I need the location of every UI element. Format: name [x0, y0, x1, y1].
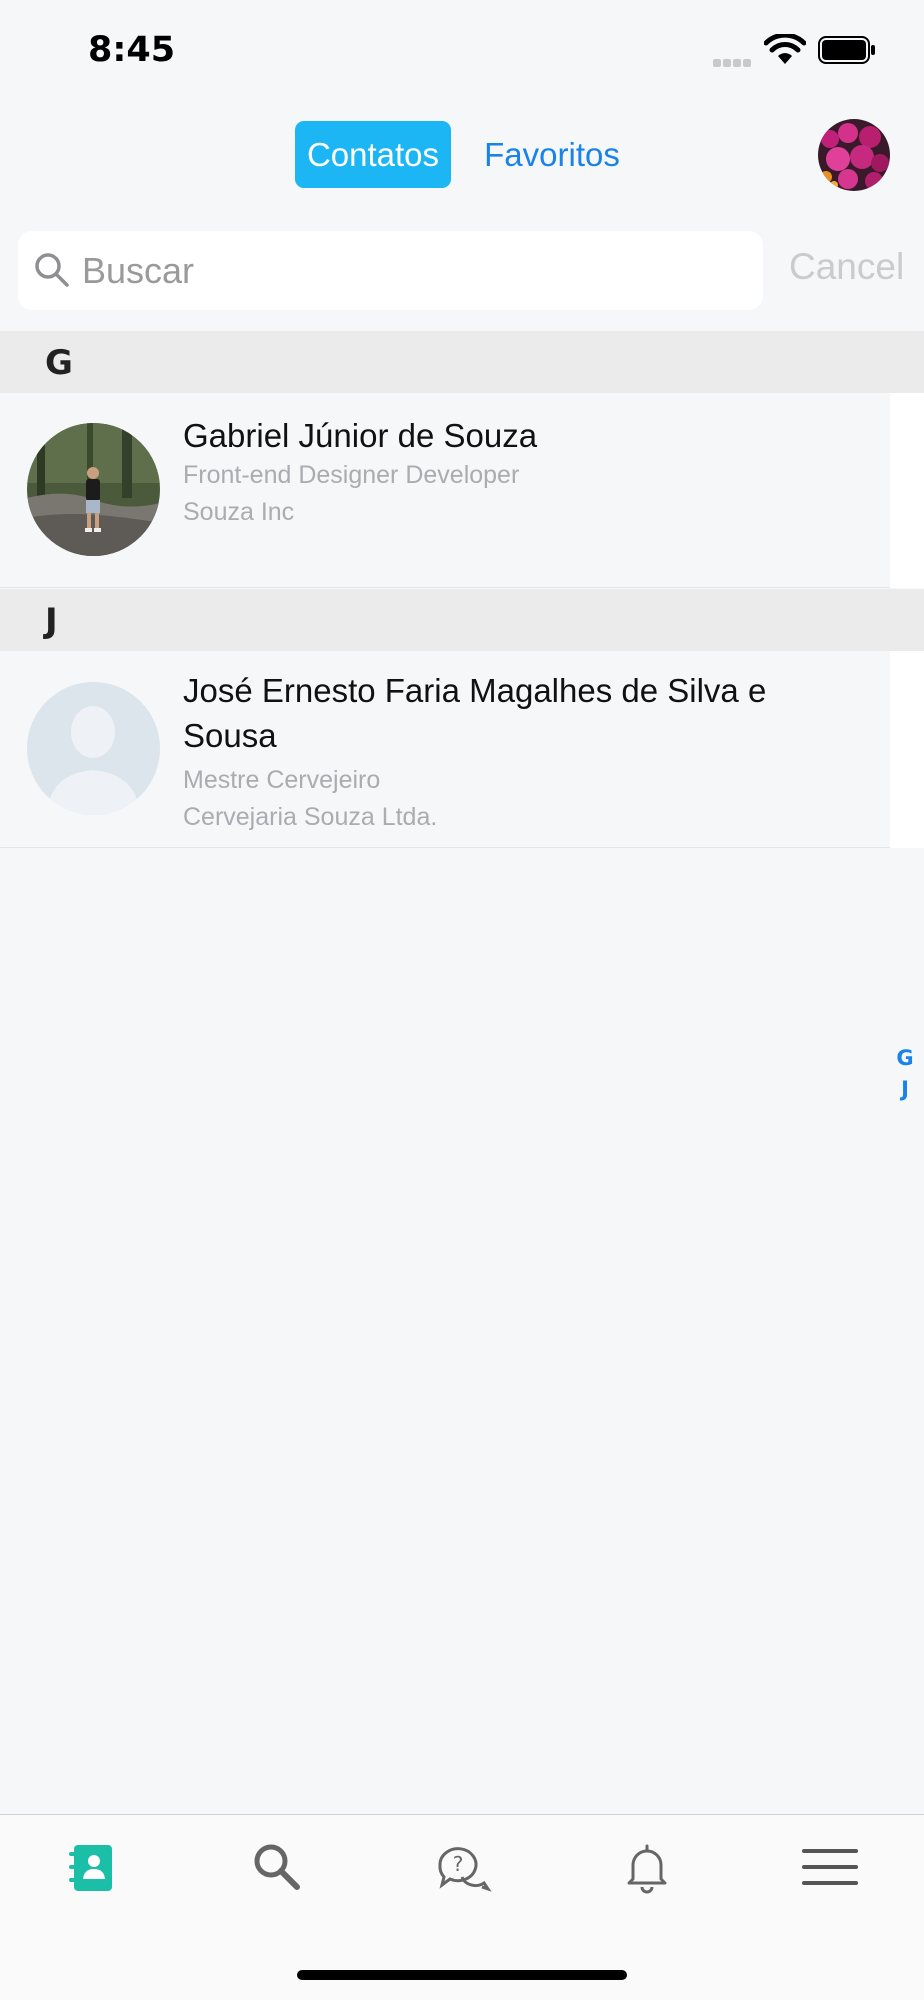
contact-company: Souza Inc: [183, 498, 295, 526]
search-input[interactable]: [82, 231, 742, 310]
wifi-icon: [764, 34, 806, 64]
contact-role: Front-end Designer Developer: [183, 461, 520, 489]
contact-name: Gabriel Júnior de Souza: [183, 417, 538, 454]
search-icon: [35, 253, 69, 287]
contacts-book-icon[interactable]: [62, 1837, 122, 1897]
contact-row-gabriel[interactable]: Gabriel Júnior de Souza Front-end Design…: [0, 393, 890, 588]
cancel-button[interactable]: Cancel: [789, 246, 904, 288]
home-indicator: [297, 1970, 627, 1980]
battery-icon: [818, 36, 875, 64]
contact-name: José Ernesto Faria Magalhes de Silva e S…: [183, 672, 767, 754]
contact-avatar-placeholder: [27, 682, 160, 815]
svg-text:?: ?: [453, 1852, 464, 1876]
help-chat-icon[interactable]: ?: [432, 1837, 492, 1897]
hamburger-menu-icon[interactable]: [800, 1837, 860, 1897]
section-letter: J: [45, 601, 58, 641]
section-header-g: G: [0, 331, 924, 393]
contact-role: Mestre Cervejeiro: [183, 766, 381, 794]
status-time: 8:45: [88, 30, 176, 70]
status-bar: 8:45: [0, 0, 924, 100]
row-gap: [890, 651, 924, 848]
index-letter-g[interactable]: G: [894, 1043, 916, 1074]
bell-icon[interactable]: [617, 1837, 677, 1897]
index-letter-j[interactable]: J: [894, 1074, 916, 1105]
search-bar: [18, 231, 763, 310]
contact-avatar: [27, 423, 160, 556]
section-header-j: J: [0, 589, 924, 651]
section-index-bar[interactable]: G J: [894, 1043, 916, 1105]
cellular-signal-icon: [713, 54, 755, 67]
search-icon[interactable]: [247, 1837, 307, 1897]
row-gap: [890, 393, 924, 588]
tab-contatos[interactable]: Contatos: [295, 121, 451, 188]
tab-favoritos[interactable]: Favoritos: [472, 121, 632, 188]
contact-company: Cervejaria Souza Ltda.: [183, 803, 438, 831]
section-letter: G: [45, 343, 73, 383]
contact-row-jose[interactable]: José Ernesto Faria Magalhes de Silva e S…: [0, 651, 890, 848]
profile-avatar[interactable]: [818, 119, 890, 191]
header: Contatos Favoritos: [0, 100, 924, 210]
